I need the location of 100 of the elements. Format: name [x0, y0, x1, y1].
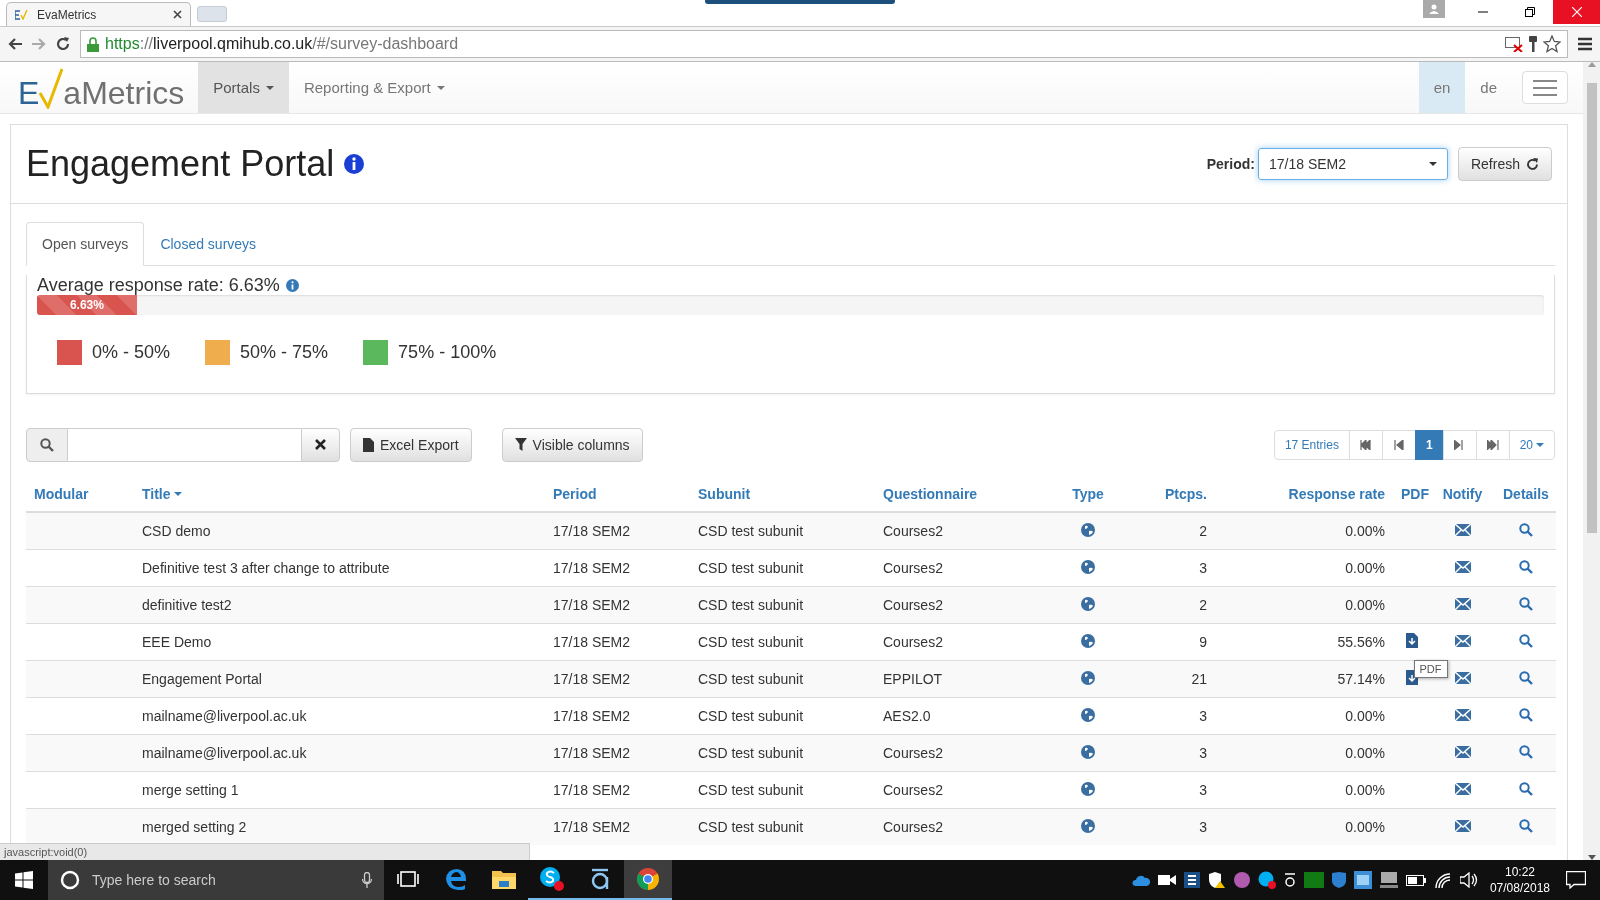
column-header[interactable]: Response rate	[1288, 486, 1385, 502]
logo[interactable]: E aMetrics	[0, 62, 199, 113]
envelope-icon[interactable]	[1454, 635, 1471, 647]
next-page-icon	[1453, 439, 1466, 450]
envelope-icon[interactable]	[1454, 561, 1471, 573]
info-icon[interactable]	[285, 278, 299, 292]
info-icon[interactable]	[344, 154, 365, 174]
globe-icon	[1081, 670, 1095, 685]
envelope-icon[interactable]	[1454, 672, 1471, 684]
envelope-icon[interactable]	[1454, 709, 1471, 721]
clock-date[interactable]: 07/08/2018	[1489, 880, 1550, 896]
lock-icon	[87, 36, 99, 52]
circle-app-icon[interactable]	[1233, 872, 1250, 888]
envelope-icon[interactable]	[1454, 598, 1471, 610]
envelope-icon[interactable]	[1454, 820, 1471, 832]
refresh-icon	[1526, 157, 1539, 171]
table-cell: mailname@liverpool.ac.uk	[142, 708, 307, 724]
refresh-button[interactable]: Refresh	[1457, 147, 1552, 181]
shield-icon[interactable]	[1207, 872, 1226, 888]
pdf-download-icon[interactable]	[1405, 670, 1418, 685]
pager-button[interactable]	[1442, 429, 1477, 460]
browser-tab[interactable]: EvaMetrics	[6, 2, 191, 26]
reload-icon[interactable]	[56, 37, 70, 51]
tab[interactable]: Open surveys	[26, 222, 145, 266]
tab[interactable]: Closed surveys	[144, 222, 273, 266]
page-size-dropdown[interactable]: 20	[1508, 429, 1555, 460]
pager-button[interactable]	[1381, 429, 1416, 460]
envelope-icon[interactable]	[1454, 746, 1471, 758]
status-url: javascript:void(0)	[0, 843, 530, 860]
search-icon[interactable]	[1518, 522, 1533, 537]
monitor-icon[interactable]	[1379, 872, 1398, 888]
language-option[interactable]: de	[1465, 62, 1512, 113]
column-header[interactable]: Details	[1503, 486, 1549, 502]
volume-icon[interactable]	[1459, 872, 1478, 888]
search-icon[interactable]	[1518, 596, 1533, 611]
language-option[interactable]: en	[1418, 62, 1466, 113]
table-cell: 0.00%	[1345, 782, 1385, 798]
period-select[interactable]: 17/18 SEM2	[1257, 148, 1448, 180]
column-header[interactable]: Subunit	[698, 486, 751, 502]
taskbar-search-field[interactable]: Type here to search	[48, 860, 384, 900]
envelope-icon[interactable]	[1454, 524, 1471, 536]
key-icon[interactable]	[1529, 36, 1537, 52]
ring-app-icon[interactable]	[1283, 873, 1296, 887]
search-icon[interactable]	[1518, 744, 1533, 759]
scrollbar[interactable]	[1583, 62, 1600, 860]
nav-menu[interactable]: Reporting & Export	[288, 62, 460, 113]
clear-button[interactable]	[301, 427, 340, 462]
column-header[interactable]: Ptcps.	[1165, 486, 1207, 502]
search-icon[interactable]	[1518, 670, 1533, 685]
visible-columns-button[interactable]: Visible columns	[501, 427, 643, 462]
column-header[interactable]: Modular	[34, 486, 89, 502]
globe-icon	[1081, 633, 1095, 648]
menu-button[interactable]	[1522, 71, 1568, 104]
search-icon[interactable]	[1518, 818, 1533, 833]
address-bar[interactable]: https://liverpool.qmihub.co.uk/#/survey-dashboard	[80, 30, 1568, 58]
cloud-icon[interactable]	[1131, 874, 1150, 886]
envelope-icon[interactable]	[1454, 783, 1471, 795]
table-cell: 0.00%	[1345, 819, 1385, 835]
star-icon[interactable]	[1543, 35, 1561, 53]
chat-app-icon[interactable]	[1257, 871, 1276, 889]
clock-time[interactable]: 10:22	[1489, 864, 1550, 880]
search-icon[interactable]	[1518, 559, 1533, 574]
wifi-icon[interactable]	[1433, 872, 1452, 888]
taskbar-app[interactable]	[624, 860, 672, 900]
search-icon[interactable]	[1518, 633, 1533, 648]
nav-menu[interactable]: Portals	[198, 62, 289, 113]
excel-export-button[interactable]: Excel Export	[350, 427, 472, 462]
pager-button[interactable]	[1475, 429, 1510, 460]
column-header[interactable]: Notify	[1442, 486, 1483, 502]
globe-icon	[1081, 522, 1095, 537]
column-header[interactable]: Period	[553, 486, 597, 502]
pager-button[interactable]	[1348, 429, 1383, 460]
page-button[interactable]: 1	[1414, 429, 1444, 460]
file-icon	[363, 437, 374, 452]
column-header[interactable]: PDF	[1401, 486, 1429, 502]
search-icon[interactable]	[1518, 781, 1533, 796]
table-cell: Definitive test 3 after change to attribute	[142, 560, 390, 576]
app-tile-icon[interactable]	[1183, 872, 1200, 888]
back-icon[interactable]	[8, 38, 22, 50]
notification-icon[interactable]	[1566, 871, 1586, 889]
close-icon[interactable]	[173, 10, 182, 19]
camera-icon[interactable]	[1157, 874, 1176, 886]
battery-icon[interactable]	[1405, 874, 1426, 886]
table-cell: merge setting 1	[142, 782, 239, 798]
column-header[interactable]: Title	[142, 486, 182, 502]
menu-icon[interactable]	[1578, 37, 1592, 51]
table-cell: Courses2	[883, 597, 943, 613]
table-cell: Courses2	[883, 523, 943, 539]
page-title: Engagement Portal	[26, 143, 335, 185]
column-header[interactable]: Type	[1072, 486, 1104, 502]
network-tile-icon[interactable]	[1353, 871, 1372, 889]
task-view-icon	[397, 871, 419, 887]
search-icon[interactable]	[1518, 707, 1533, 722]
tray-app-icon[interactable]	[1303, 872, 1324, 888]
blocked-popup-icon[interactable]	[1505, 36, 1523, 52]
pdf-download-icon[interactable]	[1405, 633, 1418, 648]
table-cell: AES2.0	[883, 708, 931, 724]
scroll-thumb[interactable]	[1586, 83, 1597, 533]
search-field[interactable]	[68, 427, 301, 462]
column-header[interactable]: Questionnaire	[883, 486, 978, 502]
